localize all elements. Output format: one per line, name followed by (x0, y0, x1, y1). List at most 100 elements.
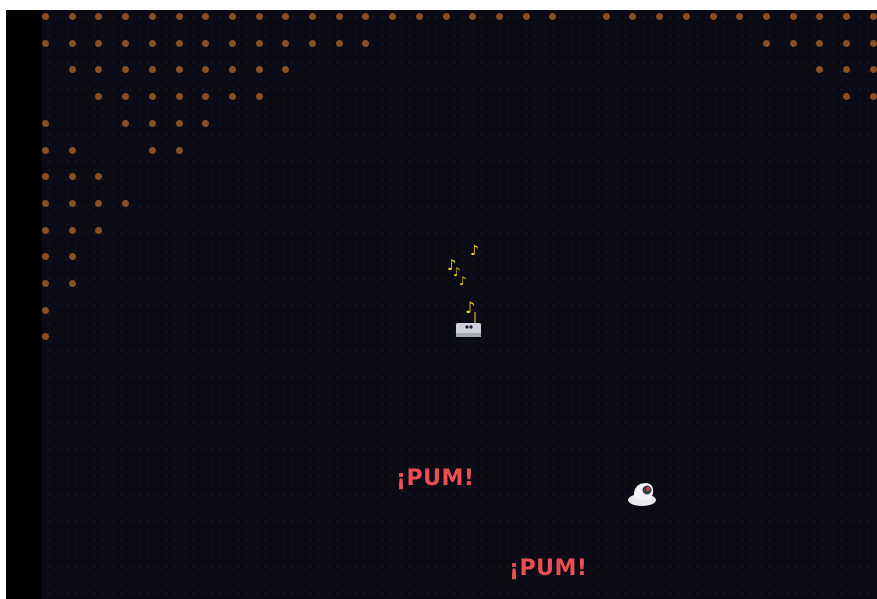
pellet-dot-icon (68, 280, 76, 287)
pellet-dot-icon (148, 146, 156, 154)
pellet-dot-icon (362, 39, 370, 47)
pellet-dot-icon (843, 93, 850, 101)
pellet-dot-icon (602, 13, 610, 20)
pellet-dot-icon (68, 226, 76, 234)
robot-vacuum-icon[interactable] (625, 476, 659, 508)
pellet-dot-icon (148, 13, 156, 20)
pellet-dot-icon (869, 39, 877, 47)
pellet-dot-icon (68, 253, 76, 261)
pellet-dot-icon (42, 146, 49, 154)
radio-knob-right (469, 325, 473, 329)
pellet-dot-icon (95, 226, 103, 234)
pellet-dot-icon (816, 39, 824, 47)
pellet-dot-icon (495, 13, 503, 20)
pellet-dot-icon (228, 93, 236, 101)
pellet-dot-icon (175, 13, 183, 20)
pellet-dot-icon (762, 39, 770, 47)
pellet-dot-icon (175, 66, 183, 74)
radio-jukebox-icon[interactable] (455, 310, 483, 338)
pellet-dot-icon (415, 13, 423, 20)
pellet-dot-icon (282, 39, 290, 47)
pellet-dot-icon (42, 226, 49, 234)
pellet-dot-icon (175, 93, 183, 101)
pellet-dot-icon (816, 66, 824, 74)
pellet-dot-icon (148, 93, 156, 101)
pellet-dot-icon (42, 253, 49, 261)
pellet-dot-icon (68, 66, 76, 74)
pellet-dot-icon (335, 13, 343, 20)
pellet-dot-icon (95, 66, 103, 74)
antenna (474, 312, 476, 324)
pellet-dot-icon (282, 13, 290, 20)
robot-light (646, 487, 650, 491)
pellet-dot-icon (202, 66, 210, 74)
pellet-dot-icon (202, 39, 210, 47)
music-note-icon: ♪ (459, 274, 467, 288)
pellet-dot-icon (68, 199, 76, 207)
pellet-dot-icon (309, 13, 316, 20)
pellet-dot-icon (95, 173, 103, 181)
pellet-dot-icon (42, 119, 49, 127)
pellet-dot-icon (255, 39, 263, 47)
pellet-dot-icon (442, 13, 450, 20)
pellet-dot-icon (335, 39, 343, 47)
game-frame: ♪ ♪ ♪ ♪ ♪ ¡PUM! ¡PUM! (6, 10, 877, 599)
pellet-dot-icon (95, 13, 103, 20)
pellet-dot-icon (869, 66, 877, 74)
pellet-dot-icon (869, 93, 877, 101)
pellet-dot-icon (469, 13, 477, 20)
pellet-dot-icon (522, 13, 530, 20)
pellet-dot-icon (42, 173, 49, 181)
game-playfield[interactable]: ♪ ♪ ♪ ♪ ♪ ¡PUM! ¡PUM! (42, 10, 877, 599)
pellet-dot-icon (389, 13, 397, 20)
pellet-dot-icon (202, 93, 210, 101)
pellet-dot-icon (42, 199, 49, 207)
pellet-dot-icon (709, 13, 717, 20)
pellet-dot-icon (656, 13, 664, 20)
pellet-dot-icon (122, 93, 130, 101)
pellet-dot-icon (42, 333, 49, 341)
pellet-dot-icon (122, 199, 130, 207)
music-note-icon: ♪ (470, 243, 479, 259)
pellet-dot-icon (362, 13, 370, 20)
pellet-dot-icon (762, 13, 770, 20)
pellet-dot-icon (255, 66, 263, 74)
pellet-dot-icon (175, 119, 183, 127)
pellet-dot-icon (68, 146, 76, 154)
pellet-dot-icon (228, 39, 236, 47)
pellet-dot-icon (843, 66, 850, 74)
pellet-dot-icon (869, 13, 877, 20)
pellet-dot-icon (282, 66, 290, 74)
pellet-dot-icon (148, 119, 156, 127)
pellet-dot-icon (789, 39, 797, 47)
pellet-dot-icon (42, 39, 49, 47)
pellet-dot-icon (122, 13, 130, 20)
pellet-dot-icon (629, 13, 637, 20)
pellet-dot-icon (68, 39, 76, 47)
pellet-dot-icon (202, 119, 210, 127)
pellet-dot-icon (95, 199, 103, 207)
pellet-dot-icon (736, 13, 744, 20)
pellet-dot-icon (228, 13, 236, 20)
pellet-dot-icon (68, 13, 76, 20)
pellet-dot-icon (228, 66, 236, 74)
pellet-dot-icon (309, 39, 316, 47)
pellet-dot-icon (148, 66, 156, 74)
pellet-dot-icon (549, 13, 557, 20)
pellet-dot-icon (42, 306, 49, 314)
pellet-dot-icon (42, 13, 49, 20)
pellet-dot-icon (95, 39, 103, 47)
pellet-dot-icon (202, 13, 210, 20)
pellet-dot-icon (148, 39, 156, 47)
pellet-dot-icon (843, 13, 850, 20)
radio-base (456, 333, 481, 337)
pellet-dot-icon (816, 13, 824, 20)
pellet-dot-icon (68, 173, 76, 181)
pellet-dot-icon (122, 66, 130, 74)
pellet-dot-icon (122, 119, 130, 127)
pellet-dot-icon (789, 13, 797, 20)
pellet-dot-icon (95, 93, 103, 101)
pellet-dot-icon (42, 280, 49, 287)
pellet-dot-icon (255, 93, 263, 101)
pellet-dot-icon (255, 13, 263, 20)
